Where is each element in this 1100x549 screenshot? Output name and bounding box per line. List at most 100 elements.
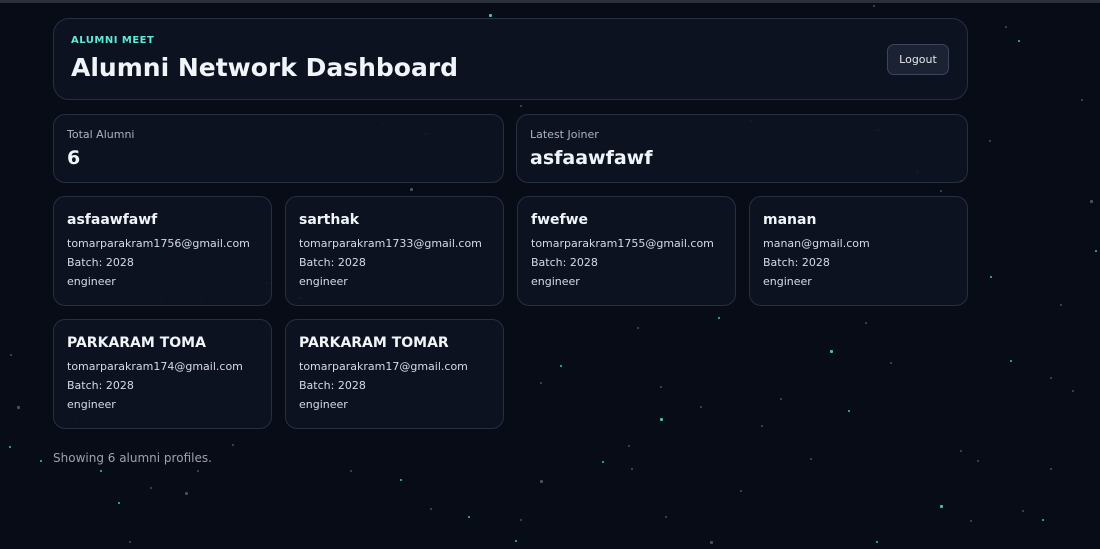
star-dot [1095,250,1097,252]
star-dot [515,540,517,542]
alumni-email: tomarparakram1756@gmail.com [67,237,250,250]
star-dot [197,470,199,472]
star-dot [873,5,875,7]
star-dot [830,350,833,353]
star-dot [118,502,120,504]
star-dot [940,190,942,192]
page-title: Alumni Network Dashboard [71,53,459,82]
star-dot [1022,510,1024,512]
header-eyebrow: ALUMNI MEET [71,35,155,46]
star-dot [960,450,962,452]
alumni-email: tomarparakram1733@gmail.com [299,237,482,250]
star-dot [1050,377,1052,379]
alumni-batch: Batch: 2028 [67,256,134,269]
star-dot [848,410,850,412]
logout-button[interactable]: Logout [887,44,949,75]
alumni-email: manan@gmail.com [763,237,870,250]
star-dot [740,490,742,492]
star-dot [1010,360,1012,362]
alumni-card: asfaawfawf tomarparakram1756@gmail.com B… [53,196,272,306]
star-dot [185,492,188,495]
star-dot [700,406,702,408]
star-dot [17,406,20,409]
stat-card-total-alumni: Total Alumni 6 [53,114,504,183]
alumni-email: tomarparakram174@gmail.com [67,360,243,373]
star-dot [710,541,713,544]
star-dot [761,425,763,427]
alumni-name: PARKARAM TOMA [67,335,206,351]
alumni-name: fwefwe [531,212,589,228]
star-dot [350,470,352,472]
alumni-batch: Batch: 2028 [531,256,598,269]
star-dot [400,479,402,481]
star-dot [631,468,633,470]
star-dot [40,460,42,462]
star-dot [540,480,543,483]
alumni-card: sarthak tomarparakram1733@gmail.com Batc… [285,196,504,306]
star-dot [1005,26,1007,28]
star-dot [890,362,892,364]
alumni-email: tomarparakram17@gmail.com [299,360,468,373]
alumni-role: engineer [763,275,812,288]
alumni-role: engineer [531,275,580,288]
stat-label-total: Total Alumni [67,128,135,141]
star-dot [628,445,630,447]
star-dot [602,461,604,463]
star-dot [718,317,720,319]
alumni-batch: Batch: 2028 [763,256,830,269]
star-dot [520,105,522,107]
star-dot [876,541,878,543]
dashboard-header: ALUMNI MEET Alumni Network Dashboard Log… [53,18,968,100]
alumni-batch: Batch: 2028 [67,379,134,392]
star-dot [990,276,992,278]
star-dot [637,327,639,329]
star-dot [810,458,812,460]
stat-label-latest: Latest Joiner [530,128,599,141]
alumni-name: sarthak [299,212,360,228]
star-dot [560,365,562,367]
star-dot [520,519,522,521]
star-dot [970,520,972,522]
star-dot [232,444,234,446]
alumni-card: fwefwe tomarparakram1755@gmail.com Batch… [517,196,736,306]
alumni-role: engineer [299,398,348,411]
alumni-email: tomarparakram1755@gmail.com [531,237,714,250]
star-dot [489,14,492,17]
star-dot [1090,200,1093,203]
alumni-name: manan [763,212,817,228]
alumni-card: manan manan@gmail.com Batch: 2028 engine… [749,196,968,306]
star-dot [780,398,782,400]
star-dot [150,487,152,489]
star-dot [660,418,663,421]
results-summary: Showing 6 alumni profiles. [53,451,212,465]
star-dot [10,354,12,356]
window-top-border [0,0,1100,3]
alumni-role: engineer [67,398,116,411]
star-dot [1081,99,1083,101]
alumni-batch: Batch: 2028 [299,256,366,269]
star-dot [1050,468,1052,470]
star-dot [940,505,943,508]
stat-value-latest: asfaawfawf [530,147,653,169]
alumni-card: PARKARAM TOMAR tomarparakram17@gmail.com… [285,319,504,429]
star-dot [468,516,470,518]
alumni-role: engineer [67,275,116,288]
star-dot [430,508,432,510]
stat-card-latest-joiner: Latest Joiner asfaawfawf [516,114,968,183]
star-dot [665,516,667,518]
star-dot [977,460,979,462]
star-dot [410,188,413,191]
star-dot [9,446,11,448]
star-dot [1060,304,1062,306]
star-dot [1018,40,1020,42]
star-dot [100,470,102,472]
star-dot [1042,519,1044,521]
star-dot [660,386,662,388]
alumni-role: engineer [299,275,348,288]
star-dot [865,322,867,324]
star-dot [129,541,131,543]
star-dot [540,382,542,384]
star-dot [989,140,991,142]
star-dot [1072,390,1074,392]
alumni-name: asfaawfawf [67,212,158,228]
